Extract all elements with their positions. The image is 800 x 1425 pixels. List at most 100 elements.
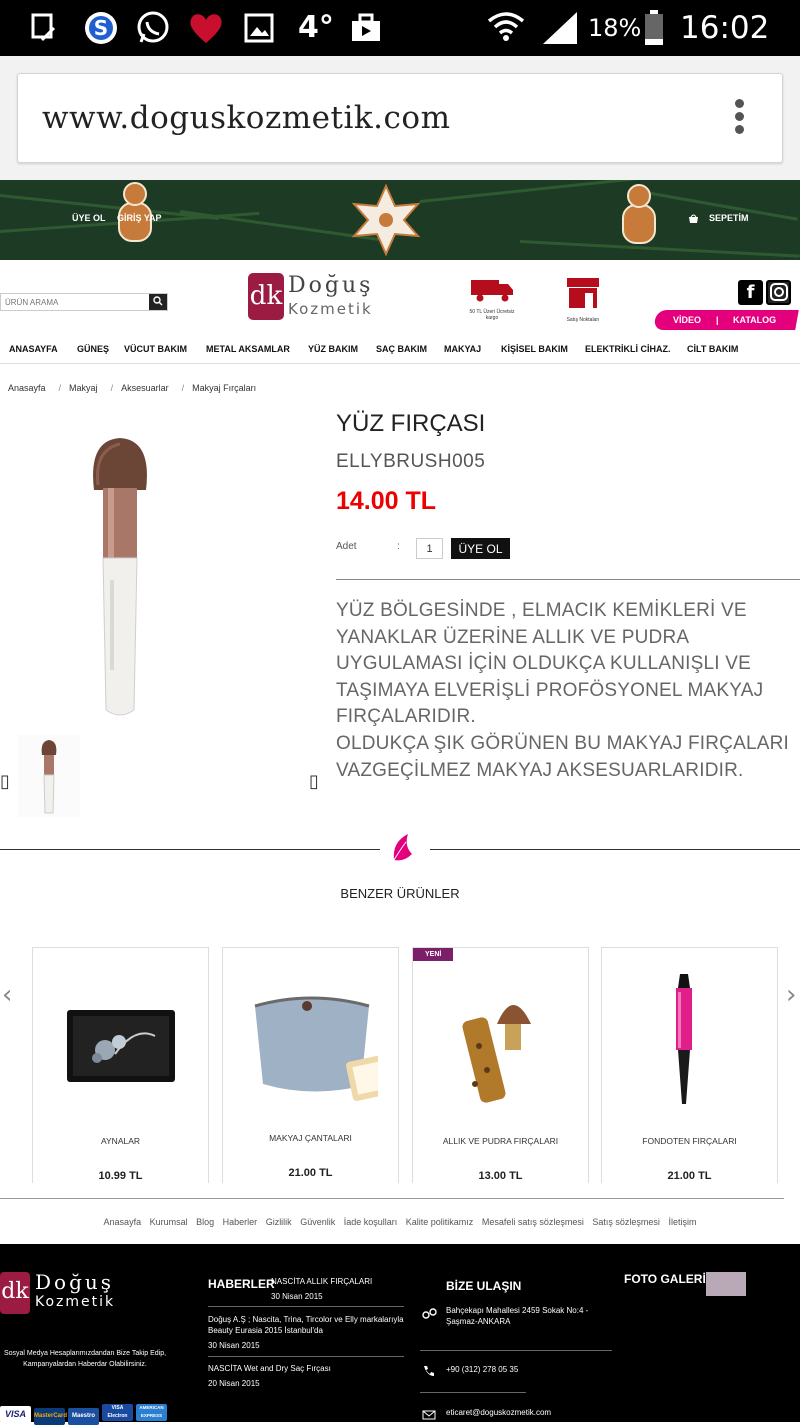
footer-link[interactable]: Kalite politikamız — [406, 1217, 474, 1227]
notification-icon — [28, 8, 60, 48]
footer-link[interactable]: Satış sözleşmesi — [592, 1217, 660, 1227]
skype-icon: S — [82, 8, 120, 48]
catalog-link[interactable]: KATALOG — [733, 310, 776, 330]
share-icon — [348, 8, 384, 48]
social-follow-text: Sosyal Medya Hesaplarımızdandan Bize Tak… — [3, 1350, 167, 1368]
cart-link[interactable]: SEPETİM — [709, 213, 749, 223]
search-button[interactable] — [149, 294, 167, 310]
nav-item[interactable]: SAÇ BAKIM — [376, 344, 427, 354]
site-header: dk Doğuş Kozmetik 50 TL Üzeri Ücretsiz k… — [0, 260, 800, 336]
footer-link[interactable]: Gizlilik — [266, 1217, 292, 1227]
snowflake-cookie-decoration — [351, 184, 421, 256]
carousel-next-icon[interactable]: › — [786, 980, 796, 1010]
divider — [0, 1198, 784, 1199]
email-text[interactable]: eticaret@doguskozmetik.com — [446, 1407, 551, 1418]
logo-mark: dk — [248, 273, 284, 320]
nav-item[interactable]: CİLT BAKIM — [687, 344, 738, 354]
video-catalog-bar: VİDEO | KATALOG — [653, 310, 799, 330]
quantity-field[interactable] — [416, 538, 443, 559]
product-card-image — [254, 996, 378, 1101]
email-icon — [422, 1410, 436, 1420]
divider — [420, 1350, 612, 1351]
signup-button[interactable]: ÜYE OL — [451, 538, 510, 559]
login-link[interactable]: GİRİŞ YAP — [117, 213, 162, 223]
product-card[interactable]: YENİ ALLIK VE PUDRA FIRÇALARI 13.00 TL — [412, 947, 589, 1183]
product-card-price: 21.00 TL — [288, 1167, 333, 1179]
status-bar: S 4° 18% 16:02 — [0, 0, 800, 56]
carousel-prev-icon[interactable]: ‹ — [2, 980, 12, 1010]
signal-icon — [540, 8, 580, 48]
footer-links: Anasayfa Kurumsal Blog Haberler Gizlilik… — [0, 1217, 800, 1227]
store-locations[interactable]: Satış Noktaları — [558, 276, 608, 323]
divider — [208, 1306, 404, 1307]
main-nav: ANASAYFA GÜNEŞ VÜCUT BAKIM METAL AKSAMLA… — [0, 336, 800, 364]
news-date: 20 Nisan 2015 — [208, 1379, 260, 1388]
site-logo[interactable]: dk Doğuş Kozmetik — [248, 272, 388, 322]
visa-electron-icon: VISA Electron — [102, 1404, 133, 1421]
truck-icon — [471, 280, 513, 302]
product-card-price: 21.00 TL — [667, 1170, 712, 1182]
news-title[interactable]: NASCİTA Wet and Dry Saç Fırçası — [208, 1363, 331, 1374]
nav-item[interactable]: VÜCUT BAKIM — [124, 344, 187, 354]
nav-item[interactable]: KİŞİSEL BAKIM — [501, 344, 568, 354]
breadcrumb-item[interactable]: Makyaj — [69, 383, 98, 393]
phone-icon — [424, 1366, 434, 1376]
nav-item[interactable]: ELEKTRİKLİ CİHAZ. — [585, 344, 671, 354]
cart-icon[interactable] — [688, 211, 699, 223]
wifi-icon — [486, 8, 526, 48]
next-image-arrow[interactable]: ▯ — [309, 771, 319, 792]
prev-image-arrow[interactable]: ▯ — [0, 771, 10, 792]
product-card[interactable]: FONDOTEN FIRÇALARI 21.00 TL — [601, 947, 778, 1183]
footer-link[interactable]: Haberler — [223, 1217, 258, 1227]
search-input[interactable] — [1, 294, 149, 310]
more-menu-icon[interactable] — [732, 99, 746, 139]
search-icon — [153, 295, 163, 305]
video-link[interactable]: VİDEO — [673, 310, 701, 330]
nav-item[interactable]: ANASAYFA — [9, 344, 58, 354]
logo-text-1: Doğuş — [35, 1270, 115, 1294]
breadcrumb-item[interactable]: Makyaj Fırçaları — [192, 383, 256, 393]
leaf-icon — [393, 834, 412, 861]
product-image[interactable] — [80, 430, 160, 720]
mastercard-icon: MasterCard — [34, 1408, 67, 1425]
signup-link[interactable]: ÜYE OL — [72, 213, 106, 223]
shipping-text: 50 TL Üzeri Ücretsiz kargo — [469, 309, 515, 321]
product-card-name: FONDOTEN FIRÇALARI — [642, 1136, 737, 1146]
phone-text[interactable]: +90 (312) 278 05 35 — [446, 1364, 518, 1375]
footer-link[interactable]: Blog — [196, 1217, 214, 1227]
footer-link[interactable]: Güvenlik — [300, 1217, 335, 1227]
news-title[interactable]: NASCİTA ALLIK FIRÇALARI — [271, 1276, 372, 1287]
breadcrumb-item[interactable]: Anasayfa — [8, 383, 46, 393]
nav-item[interactable]: METAL AKSAMLAR — [206, 344, 290, 354]
free-shipping-badge[interactable]: 50 TL Üzeri Ücretsiz kargo — [466, 278, 518, 321]
address-bar[interactable]: www.doguskozmetik.com — [17, 73, 783, 163]
divider — [0, 849, 380, 850]
product-card[interactable]: AYNALAR 10.99 TL — [32, 947, 209, 1183]
footer-link[interactable]: İade koşulları — [344, 1217, 398, 1227]
footer-link[interactable]: Mesafeli satış sözleşmesi — [482, 1217, 584, 1227]
footer-link[interactable]: İletişim — [668, 1217, 696, 1227]
footer-link[interactable]: Anasayfa — [104, 1217, 142, 1227]
temperature: 4° — [298, 10, 334, 45]
divider — [430, 849, 800, 850]
gallery-thumbnail[interactable] — [706, 1272, 746, 1296]
breadcrumb-item[interactable]: Aksesuarlar — [121, 383, 169, 393]
whatsapp-icon — [134, 8, 172, 48]
news-title[interactable]: Doğuş A.Ş ; Nascita, Trina, Tircolor ve … — [208, 1314, 404, 1336]
nav-item[interactable]: MAKYAJ — [444, 344, 481, 354]
product-card-name: ALLIK VE PUDRA FIRÇALARI — [442, 1136, 559, 1146]
footer-logo[interactable]: dk Doğuş Kozmetik — [0, 1270, 140, 1316]
divider — [208, 1356, 404, 1357]
clock: 16:02 — [680, 10, 770, 46]
footer-link[interactable]: Kurumsal — [150, 1217, 188, 1227]
product-card-image — [676, 974, 692, 1104]
news-heading: HABERLER — [208, 1277, 275, 1291]
url-text[interactable]: www.doguskozmetik.com — [42, 100, 450, 136]
nav-item[interactable]: YÜZ BAKIM — [308, 344, 358, 354]
product-card[interactable]: MAKYAJ ÇANTALARI 21.00 TL — [222, 947, 399, 1183]
product-thumbnail[interactable] — [18, 735, 80, 817]
nav-item[interactable]: GÜNEŞ — [77, 344, 109, 354]
facebook-icon[interactable]: f — [738, 280, 763, 305]
instagram-icon[interactable] — [766, 280, 791, 305]
breadcrumb: Anasayfa / Makyaj / Aksesuarlar / Makyaj Fırça… — [8, 383, 257, 393]
